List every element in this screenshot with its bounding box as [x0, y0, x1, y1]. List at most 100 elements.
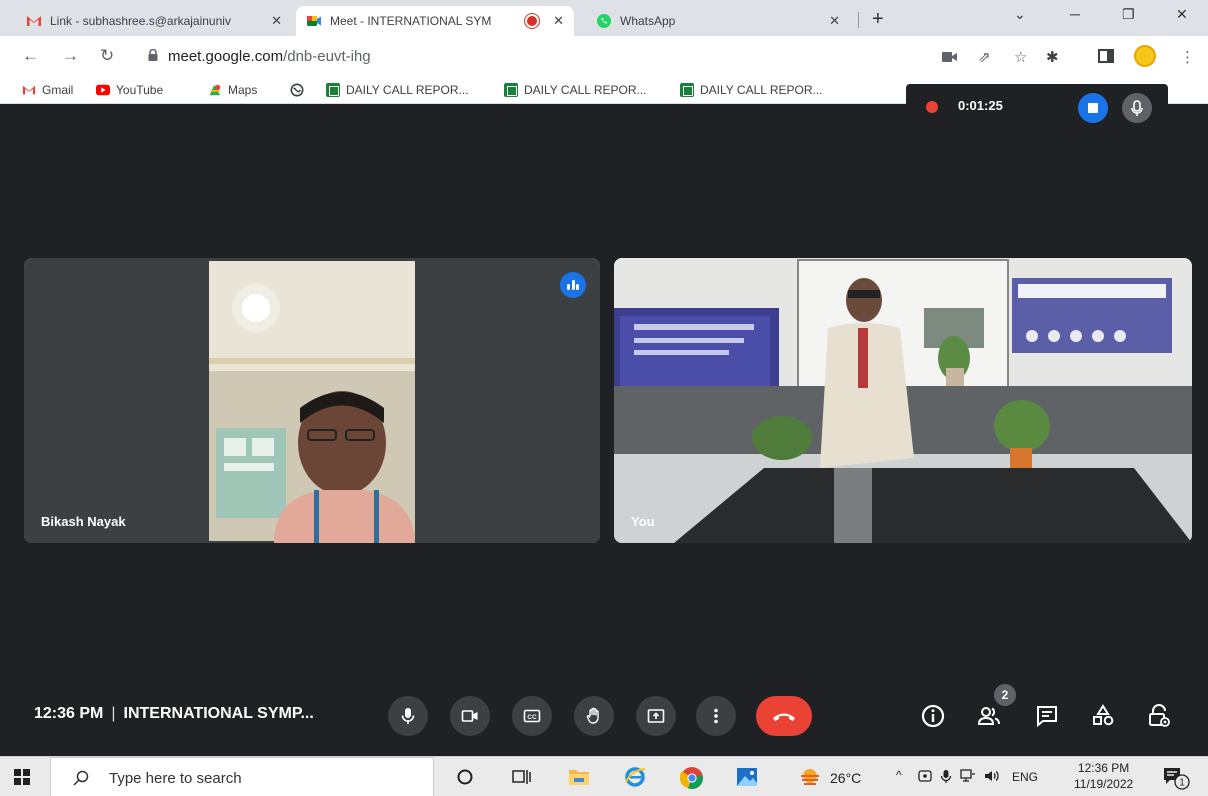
url-host: meet.google.com: [168, 48, 284, 65]
weather-haze-icon: [801, 769, 819, 785]
gmail-icon: [27, 16, 41, 26]
network-icon[interactable]: [960, 769, 976, 783]
taskbar-search-box[interactable]: Type here to search: [50, 757, 434, 796]
tray-microphone-icon[interactable]: [940, 769, 952, 785]
teams-meet-icon[interactable]: [918, 769, 932, 783]
meeting-title: INTERNATIONAL SYMP...: [123, 705, 314, 722]
bookmark-maps[interactable]: Maps: [208, 83, 257, 97]
tab-meet[interactable]: Meet - INTERNATIONAL SYM ✕: [296, 6, 574, 36]
people-icon[interactable]: [976, 703, 1002, 729]
bookmark-label: DAILY CALL REPOR...: [346, 83, 469, 97]
participant-tile-bikash[interactable]: Bikash Nayak: [24, 258, 600, 543]
microphone-icon: [401, 708, 415, 724]
bookmark-gmail[interactable]: Gmail: [22, 83, 73, 97]
bookmark-daily-call-report-1[interactable]: DAILY CALL REPOR...: [326, 83, 469, 97]
meeting-details-icon[interactable]: [920, 703, 946, 729]
temperature-text: 26°C: [830, 770, 862, 786]
file-explorer-icon[interactable]: [568, 767, 590, 787]
tab-title: Link - subhashree.s@arkajainuniv: [50, 14, 231, 28]
internet-explorer-icon[interactable]: [624, 766, 646, 788]
bookmark-label: DAILY CALL REPOR...: [700, 83, 823, 97]
taskbar-clock[interactable]: 12:36 PM 11/19/2022: [1074, 760, 1133, 792]
google-sheets-icon: [504, 83, 518, 97]
camera-in-use-icon[interactable]: [942, 51, 958, 63]
video-camera-icon: [461, 710, 478, 722]
recorder-mic-button[interactable]: [1122, 93, 1152, 123]
tab-search-chevron-icon[interactable]: ⌄: [1014, 6, 1026, 23]
bookmark-label: DAILY CALL REPOR...: [524, 83, 647, 97]
camera-button[interactable]: [450, 696, 490, 736]
raise-hand-icon: [586, 707, 599, 724]
host-controls-lock-icon[interactable]: [1146, 703, 1172, 729]
weather-widget[interactable]: 26°C: [798, 767, 861, 789]
participant-tile-you[interactable]: You: [614, 258, 1192, 543]
recording-dot-icon: [926, 101, 938, 113]
language-indicator[interactable]: ENG: [1012, 770, 1038, 784]
tab-divider: [858, 12, 859, 28]
photos-icon[interactable]: [736, 766, 758, 788]
url-text: meet.google.com/dnb-euvt-ihg: [168, 48, 371, 65]
task-view-icon[interactable]: [512, 768, 532, 786]
window-close-icon[interactable]: ✕: [1176, 6, 1188, 23]
closed-captions-icon: CC: [523, 709, 541, 723]
notification-count: 1: [1179, 778, 1185, 789]
url-bar[interactable]: meet.google.com/dnb-euvt-ihg: [132, 43, 1034, 71]
tray-chevron-up-icon[interactable]: ^: [896, 768, 902, 782]
new-tab-icon[interactable]: +: [872, 8, 884, 31]
bookmark-star-icon[interactable]: ☆: [1014, 48, 1027, 66]
captions-button[interactable]: CC: [512, 696, 552, 736]
chrome-icon[interactable]: [680, 766, 704, 790]
whatsapp-icon: [597, 14, 611, 28]
hang-up-icon: [773, 713, 795, 721]
more-options-button[interactable]: [696, 696, 736, 736]
chat-icon[interactable]: [1034, 703, 1060, 729]
present-screen-button[interactable]: [636, 696, 676, 736]
tab-whatsapp[interactable]: WhatsApp ✕: [586, 6, 850, 36]
participant-name: Bikash Nayak: [41, 514, 126, 529]
close-icon[interactable]: ✕: [553, 13, 564, 29]
bookmark-daily-call-report-3[interactable]: DAILY CALL REPOR...: [680, 83, 823, 97]
google-sheets-icon: [326, 83, 340, 97]
tab-title: WhatsApp: [620, 14, 676, 28]
more-vertical-icon: [714, 708, 718, 724]
leave-call-button[interactable]: [756, 696, 812, 736]
profile-avatar[interactable]: [1134, 45, 1156, 67]
meet-controls-bar: 12:36 PM | INTERNATIONAL SYMP... CC 2: [0, 684, 1208, 754]
self-video: [614, 258, 1192, 543]
menu-more-icon[interactable]: ⋮: [1180, 48, 1195, 66]
tab-title: Meet - INTERNATIONAL SYM: [330, 14, 492, 28]
search-placeholder: Type here to search: [109, 770, 242, 787]
activities-icon[interactable]: [1090, 703, 1116, 729]
microphone-button[interactable]: [388, 696, 428, 736]
youtube-icon: [96, 84, 110, 96]
meeting-info: 12:36 PM | INTERNATIONAL SYMP...: [34, 705, 314, 723]
google-meet-icon: [307, 16, 321, 26]
raise-hand-button[interactable]: [574, 696, 614, 736]
bookmark-globe[interactable]: [290, 83, 310, 97]
reload-icon[interactable]: ↻: [100, 46, 114, 66]
side-panel-icon[interactable]: [1098, 49, 1114, 63]
back-icon[interactable]: ←: [22, 46, 39, 66]
notification-center-button[interactable]: 1: [1162, 766, 1190, 795]
forward-icon[interactable]: →: [62, 46, 79, 66]
restore-icon[interactable]: ❐: [1122, 6, 1135, 23]
tab-gmail[interactable]: Link - subhashree.s@arkajainuniv ✕: [16, 6, 292, 36]
cortana-icon[interactable]: [456, 768, 474, 786]
volume-icon[interactable]: [984, 769, 1000, 783]
bookmark-youtube[interactable]: YouTube: [96, 83, 163, 97]
windows-start-icon[interactable]: [14, 769, 30, 785]
bookmark-label: YouTube: [116, 83, 164, 97]
globe-icon: [290, 83, 304, 97]
close-icon[interactable]: ✕: [829, 13, 840, 29]
bookmark-daily-call-report-2[interactable]: DAILY CALL REPOR...: [504, 83, 647, 97]
minimize-icon[interactable]: ─: [1070, 6, 1080, 22]
stop-recording-button[interactable]: [1078, 93, 1108, 123]
meeting-info-separator: |: [111, 705, 116, 722]
extensions-icon[interactable]: ✱: [1046, 48, 1059, 66]
address-toolbar: ← → ↻ meet.google.com/dnb-euvt-ihg ⇗ ☆ ✱…: [0, 36, 1208, 78]
google-sheets-icon: [680, 83, 694, 97]
share-icon[interactable]: ⇗: [978, 48, 991, 66]
close-icon[interactable]: ✕: [271, 13, 282, 29]
windows-taskbar: Type here to search 26°C ^ ENG 12:36 PM …: [0, 756, 1208, 796]
maps-icon: [209, 84, 221, 96]
